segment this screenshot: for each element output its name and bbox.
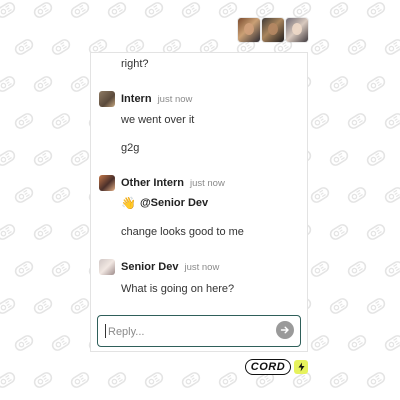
message-header: Senior Dev just now	[99, 259, 219, 275]
cord-watermark-icon	[49, 110, 73, 132]
cord-watermark-icon	[0, 369, 18, 391]
cord-watermark-icon	[31, 147, 55, 169]
cord-watermark-icon	[12, 184, 36, 206]
avatar[interactable]	[286, 18, 308, 42]
cord-watermark-icon	[216, 0, 240, 21]
cord-watermark-icon	[382, 110, 400, 132]
cord-watermark-icon	[31, 295, 55, 317]
cord-watermark-icon	[364, 295, 388, 317]
cord-watermark-icon	[327, 147, 351, 169]
cord-watermark-icon	[364, 369, 388, 391]
cord-watermark-icon	[0, 0, 18, 21]
cord-watermark-icon	[327, 295, 351, 317]
timestamp: just now	[184, 261, 220, 273]
cord-watermark-icon	[364, 0, 388, 21]
cord-watermark-icon	[364, 73, 388, 95]
cord-watermark-icon	[345, 110, 369, 132]
cord-watermark-icon	[31, 0, 55, 21]
cord-watermark-icon	[327, 369, 351, 391]
cord-watermark-icon	[49, 258, 73, 280]
wave-icon: 👋	[121, 196, 136, 210]
avatar[interactable]	[99, 91, 115, 107]
timestamp: just now	[157, 93, 193, 105]
reply-input[interactable]	[106, 323, 270, 341]
avatar[interactable]	[99, 259, 115, 275]
cord-watermark-icon	[216, 369, 240, 391]
cord-watermark-icon	[68, 73, 92, 95]
cord-watermark-icon	[12, 332, 36, 354]
cord-watermark-icon	[68, 221, 92, 243]
cord-watermark-icon	[382, 332, 400, 354]
cord-watermark-icon	[142, 0, 166, 21]
cord-watermark-icon	[364, 147, 388, 169]
mention-line: 👋 @Senior Dev	[121, 196, 208, 210]
cord-watermark-icon	[382, 258, 400, 280]
cord-watermark-icon	[31, 73, 55, 95]
cord-watermark-icon	[308, 110, 332, 132]
cord-watermark-icon	[345, 258, 369, 280]
message-list[interactable]: right? Intern just now we went over it g…	[91, 53, 307, 313]
avatar[interactable]	[262, 18, 284, 42]
cord-watermark-icon	[142, 369, 166, 391]
cord-watermark-icon	[308, 184, 332, 206]
message-text: we went over it	[121, 114, 195, 126]
cord-watermark-icon	[308, 332, 332, 354]
brand-wordmark: CORD	[245, 359, 291, 375]
author-name[interactable]: Other Intern	[121, 177, 184, 189]
cord-watermark-icon	[364, 221, 388, 243]
cord-watermark-icon	[49, 36, 73, 58]
thread-panel: right? Intern just now we went over it g…	[90, 52, 308, 352]
user-mention[interactable]: @Senior Dev	[140, 197, 208, 209]
message-header: Intern just now	[99, 91, 192, 107]
cord-watermark-icon	[0, 147, 18, 169]
cord-watermark-icon	[308, 36, 332, 58]
avatar[interactable]	[99, 175, 115, 191]
message-text: What is going on here?	[121, 283, 235, 295]
cord-watermark-icon	[68, 0, 92, 21]
cord-watermark-icon	[382, 36, 400, 58]
author-name[interactable]: Intern	[121, 93, 152, 105]
cord-watermark-icon	[68, 295, 92, 317]
brand-logo[interactable]: CORD	[245, 359, 308, 375]
cord-watermark-icon	[12, 258, 36, 280]
cord-watermark-icon	[327, 0, 351, 21]
cord-watermark-icon	[179, 369, 203, 391]
author-name[interactable]: Senior Dev	[121, 261, 178, 273]
cord-watermark-icon	[327, 73, 351, 95]
cord-watermark-icon	[68, 369, 92, 391]
cord-watermark-icon	[345, 36, 369, 58]
message-text: g2g	[121, 142, 140, 154]
arrow-right-icon	[280, 326, 289, 334]
cord-watermark-icon	[345, 332, 369, 354]
cord-watermark-icon	[105, 369, 129, 391]
cord-watermark-icon	[327, 221, 351, 243]
message-text: change looks good to me	[121, 226, 244, 238]
cord-watermark-icon	[105, 0, 129, 21]
cord-watermark-icon	[49, 332, 73, 354]
cord-watermark-icon	[68, 147, 92, 169]
message-text: right?	[121, 58, 149, 70]
send-button[interactable]	[276, 321, 294, 339]
cord-watermark-icon	[308, 258, 332, 280]
cord-watermark-icon	[31, 369, 55, 391]
cord-watermark-icon	[31, 221, 55, 243]
cord-watermark-icon	[12, 110, 36, 132]
participant-avatars[interactable]	[238, 18, 308, 42]
timestamp: just now	[189, 177, 225, 189]
cord-watermark-icon	[345, 184, 369, 206]
cord-watermark-icon	[0, 73, 18, 95]
cord-watermark-icon	[179, 0, 203, 21]
cord-watermark-icon	[382, 184, 400, 206]
message-header: Other Intern just now	[99, 175, 225, 191]
cord-watermark-icon	[12, 36, 36, 58]
cord-watermark-icon	[0, 221, 18, 243]
reply-composer[interactable]	[97, 315, 301, 347]
lightning-icon	[294, 360, 308, 374]
avatar[interactable]	[238, 18, 260, 42]
cord-watermark-icon	[49, 184, 73, 206]
cord-watermark-icon	[0, 295, 18, 317]
